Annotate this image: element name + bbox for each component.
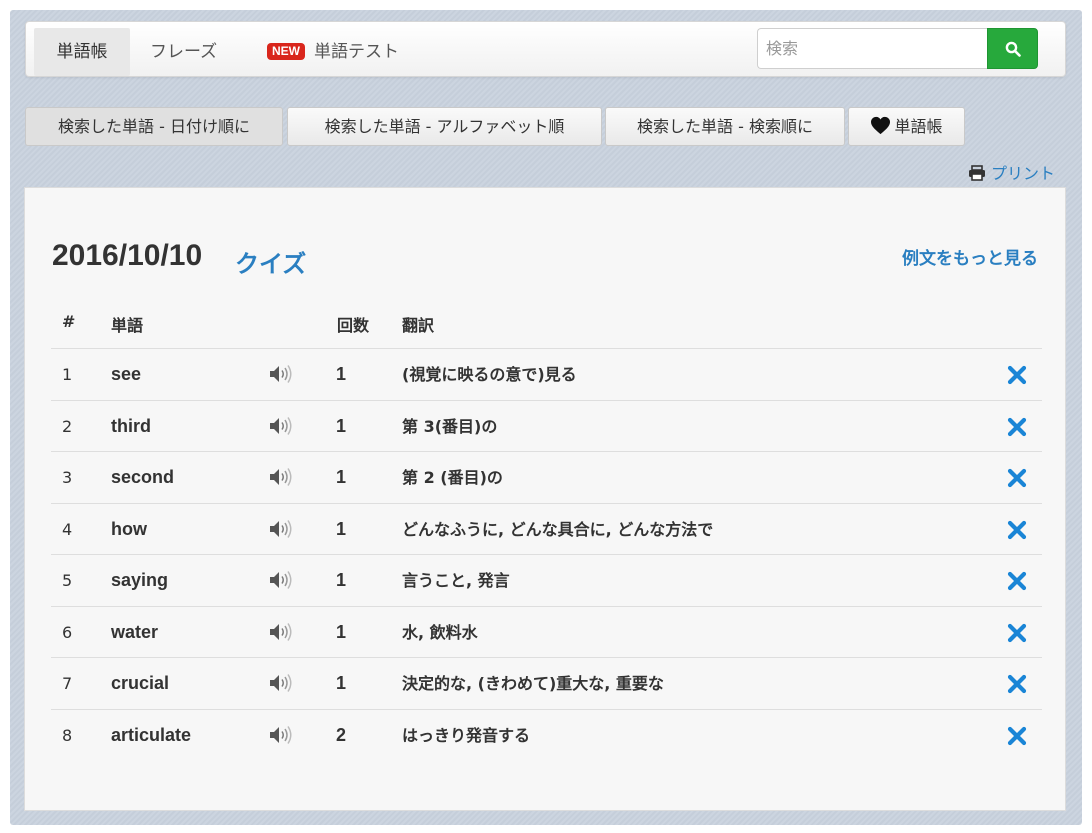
tab-vocabulary[interactable]: 単語帳 bbox=[34, 28, 130, 76]
row-count: 1 bbox=[336, 364, 347, 384]
row-count: 1 bbox=[336, 570, 347, 590]
header-translation: 翻訳 bbox=[402, 316, 435, 335]
header-count: 回数 bbox=[337, 316, 370, 335]
row-translation: 言うこと, 発言 bbox=[402, 571, 510, 590]
printer-icon bbox=[969, 165, 985, 181]
filter-alphabetical-button[interactable]: 検索した単語 - アルファベット順 bbox=[287, 107, 602, 146]
row-number: 2 bbox=[62, 416, 73, 436]
delete-icon[interactable] bbox=[1007, 571, 1027, 591]
table-row: 1 see 1 (視覚に映るの意で)見る bbox=[51, 348, 1042, 400]
more-examples-link[interactable]: 例文をもっと見る bbox=[902, 244, 1038, 269]
table-row: 7 crucial 1 決定的な, (きわめて)重大な, 重要な bbox=[51, 657, 1042, 709]
row-number: 5 bbox=[62, 571, 73, 590]
vocabulary-panel: 2016/10/10 クイズ 例文をもっと見る # 単語 回数 翻訳 1 see… bbox=[24, 187, 1066, 811]
delete-icon[interactable] bbox=[1007, 365, 1027, 385]
speaker-icon[interactable] bbox=[269, 467, 293, 489]
new-badge: NEW bbox=[267, 43, 305, 60]
filter-search-order-button[interactable]: 検索した単語 - 検索順に bbox=[605, 107, 845, 146]
delete-icon[interactable] bbox=[1007, 520, 1027, 540]
row-translation: 第 3(番目)の bbox=[402, 416, 498, 436]
row-number: 8 bbox=[62, 725, 73, 745]
header-number: # bbox=[62, 312, 76, 331]
row-number: 3 bbox=[62, 468, 73, 487]
row-translation: 第 2 (番目)の bbox=[402, 468, 503, 487]
quiz-link[interactable]: クイズ bbox=[235, 244, 306, 279]
delete-icon[interactable] bbox=[1007, 417, 1027, 437]
row-word: crucial bbox=[111, 673, 170, 693]
row-translation: はっきり発音する bbox=[402, 725, 531, 745]
row-count: 1 bbox=[336, 621, 347, 642]
search-button[interactable] bbox=[987, 28, 1038, 69]
print-label: プリント bbox=[991, 164, 1056, 183]
tab-phrases[interactable]: フレーズ bbox=[150, 28, 230, 76]
table-row: 5 saying 1 言うこと, 発言 bbox=[51, 554, 1042, 606]
table-row: 4 how 1 どんなふうに, どんな具合に, どんな方法で bbox=[51, 502, 1042, 555]
delete-icon[interactable] bbox=[1007, 726, 1027, 746]
row-word: water bbox=[111, 621, 159, 642]
row-word: articulate bbox=[111, 724, 192, 745]
row-count: 1 bbox=[336, 415, 347, 436]
delete-icon[interactable] bbox=[1007, 674, 1027, 694]
delete-icon[interactable] bbox=[1007, 623, 1027, 643]
row-word: second bbox=[111, 467, 175, 487]
table-row: 2 third 1 第 3(番目)の bbox=[51, 399, 1042, 452]
delete-icon[interactable] bbox=[1007, 468, 1027, 488]
print-link[interactable]: プリント bbox=[968, 160, 1055, 184]
word-table: 1 see 1 (視覚に映るの意で)見る 2 third 1 第 3(番目)の … bbox=[51, 348, 1042, 760]
row-number: 4 bbox=[62, 519, 73, 539]
row-translation: 決定的な, (きわめて)重大な, 重要な bbox=[402, 674, 664, 693]
row-count: 1 bbox=[336, 673, 347, 693]
speaker-icon[interactable] bbox=[269, 519, 293, 541]
speaker-icon[interactable] bbox=[269, 570, 293, 592]
row-number: 1 bbox=[62, 365, 73, 384]
speaker-icon[interactable] bbox=[269, 622, 293, 644]
row-count: 1 bbox=[336, 518, 347, 539]
row-count: 2 bbox=[336, 724, 347, 745]
favorites-vocabulary-label: 単語帳 bbox=[894, 117, 943, 136]
row-translation: 水, 飲料水 bbox=[402, 622, 478, 642]
row-count: 1 bbox=[336, 467, 347, 487]
table-row: 8 articulate 2 はっきり発音する bbox=[51, 708, 1042, 761]
search-input[interactable] bbox=[757, 28, 987, 69]
row-number: 7 bbox=[62, 674, 73, 693]
table-row: 6 water 1 水, 飲料水 bbox=[51, 605, 1042, 658]
row-word: see bbox=[111, 364, 142, 384]
date-title: 2016/10/10 bbox=[52, 239, 203, 272]
table-row: 3 second 1 第 2 (番目)の bbox=[51, 451, 1042, 503]
row-translation: どんなふうに, どんな具合に, どんな方法で bbox=[402, 519, 714, 539]
row-word: how bbox=[111, 518, 147, 539]
header-word: 単語 bbox=[111, 316, 144, 335]
row-number: 6 bbox=[62, 622, 73, 642]
speaker-icon[interactable] bbox=[269, 673, 293, 695]
top-nav: 単語帳 フレーズ NEW 単語テスト bbox=[25, 21, 1066, 77]
speaker-icon[interactable] bbox=[269, 364, 293, 386]
tab-word-test[interactable]: NEW 単語テスト bbox=[267, 28, 427, 76]
favorites-vocabulary-button[interactable]: 単語帳 bbox=[848, 107, 965, 146]
search-icon bbox=[1005, 41, 1021, 57]
tab-word-test-label: 単語テスト bbox=[314, 42, 399, 62]
speaker-icon[interactable] bbox=[269, 416, 293, 438]
row-word: saying bbox=[111, 570, 169, 590]
speaker-icon[interactable] bbox=[269, 725, 293, 747]
heart-icon bbox=[871, 116, 891, 135]
row-word: third bbox=[111, 415, 151, 436]
filter-by-date-button[interactable]: 検索した単語 - 日付け順に bbox=[25, 107, 283, 146]
row-translation: (視覚に映るの意で)見る bbox=[402, 365, 577, 384]
